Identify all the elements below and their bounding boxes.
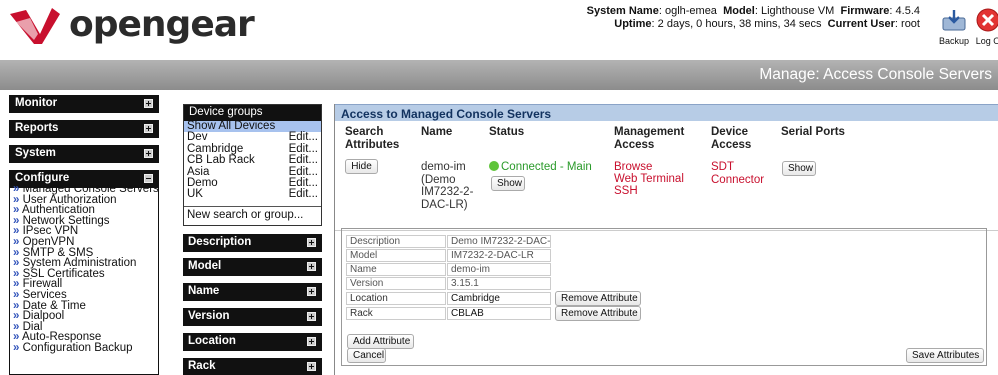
attr-value: 3.15.1 [447,277,551,290]
filter-location[interactable]: Location [183,333,322,351]
opengear-logo-icon [10,8,60,44]
col-serial-ports: Serial Ports [781,126,845,138]
menu-system-label: System [15,147,56,159]
serial-ports-show-button[interactable]: Show [782,161,816,176]
device-groups-panel: Device groups Show All Devices Dev Edit..… [183,104,322,226]
model-label: Model [723,5,755,17]
device-name: demo-im (Demo IM7232-2-DAC-LR) [421,161,474,211]
logo-text: opengear [69,4,255,45]
system-name-label: System Name [586,5,659,17]
filter-description[interactable]: Description [183,234,322,252]
access-panel: Access to Managed Console Servers Search… [334,104,998,375]
add-attribute-button[interactable]: Add Attribute [347,334,414,349]
mgmt-ssh-link[interactable]: SSH [614,185,638,198]
col-status: Status [489,126,525,138]
attributes-editor: Description Demo IM7232-2-DAC-L Model IM… [341,228,987,366]
menu-monitor-label: Monitor [15,97,58,109]
expand-icon [307,238,316,247]
col-management-access: Management Access [614,126,685,151]
menu-system[interactable]: System [9,145,159,163]
remove-attribute-button[interactable]: Remove Attribute [555,291,641,306]
uptime: 2 days, 0 hours, 38 mins, 34 secs [657,18,822,30]
menu-item-configuration-backup[interactable]: » Configuration Backup [13,342,158,354]
cancel-button[interactable]: Cancel [347,348,386,363]
attr-name: Model [346,249,446,262]
model: Lighthouse VM [760,5,835,17]
attr-name: Version [346,277,446,290]
uptime-label: Uptime [614,18,652,30]
firmware: 4.5.4 [895,5,920,17]
col-name: Name [421,126,453,138]
firmware-label: Firmware [840,5,890,17]
filter-model[interactable]: Model [183,258,322,276]
menu-configure-label: Configure [15,172,70,184]
attr-value-field[interactable]: Cambridge [447,292,551,305]
menu-reports[interactable]: Reports [9,120,159,138]
expand-icon [307,362,316,371]
col-device-access: Device Access [711,126,752,151]
mgmt-web-terminal-link[interactable]: Web Terminal [614,173,684,186]
opengear-logo[interactable]: opengear [6,4,255,48]
current-user: root [901,18,920,30]
status-connected: Connected - Main [489,161,592,174]
logout-label: Log O [975,36,998,46]
status-dot-icon [489,161,499,171]
device-groups-list: Show All Devices Dev Edit... Cambridge Edi… [184,120,321,201]
page-title: Manage: Access Console Servers [759,66,992,83]
attr-name-field[interactable]: Location [346,292,446,305]
expand-icon [307,312,316,321]
remove-attribute-button[interactable]: Remove Attribute [555,306,641,321]
edit-link[interactable]: Edit... [289,154,318,166]
expand-icon [307,287,316,296]
menu-monitor[interactable]: Monitor [9,95,159,113]
attr-value: demo-im [447,263,551,276]
mgmt-browse-link[interactable]: Browse [614,161,652,174]
edit-link[interactable]: Edit... [289,188,318,200]
device-groups-title: Device groups [184,105,321,121]
filter-version[interactable]: Version [183,308,322,326]
sdt-connector-link[interactable]: SDT Connector [711,161,766,186]
logout-icon [976,8,998,32]
expand-icon [144,124,153,133]
menu-reports-label: Reports [15,122,59,134]
col-search-attributes: Search Attributes [345,126,400,151]
current-user-label: Current User [827,18,895,30]
backup-icon [942,10,966,31]
attr-name: Description [346,235,446,248]
expand-icon [307,337,316,346]
page: { "header": { "logo_text": "opengear", "… [0,0,998,375]
attr-value: Demo IM7232-2-DAC-L [447,235,551,248]
system-name: oglh-emea [664,5,717,17]
attr-name: Name [346,263,446,276]
status-show-button[interactable]: Show [491,176,525,191]
expand-icon [307,262,316,271]
device-group-item[interactable]: UK Edit... [184,188,321,200]
save-attributes-button[interactable]: Save Attributes [906,348,984,363]
collapse-icon [144,174,153,183]
new-search-group[interactable]: New search or group... [184,206,321,225]
expand-icon [144,149,153,158]
configure-submenu: » Managed Console Servers » User Authori… [9,184,159,375]
filter-name[interactable]: Name [183,283,322,301]
expand-icon [144,99,153,108]
system-info: System Name: oglh-emea Model: Lighthouse… [586,5,920,30]
title-bar: Manage: Access Console Servers [0,60,998,90]
attr-name-field[interactable]: Rack [346,307,446,320]
hide-button[interactable]: Hide [345,159,378,174]
access-panel-title: Access to Managed Console Servers [335,104,998,121]
attr-value-field[interactable]: CBLAB [447,307,551,320]
logout-button[interactable]: Log O [968,8,998,46]
attr-value: IM7232-2-DAC-LR [447,249,551,262]
filter-rack[interactable]: Rack [183,358,322,375]
